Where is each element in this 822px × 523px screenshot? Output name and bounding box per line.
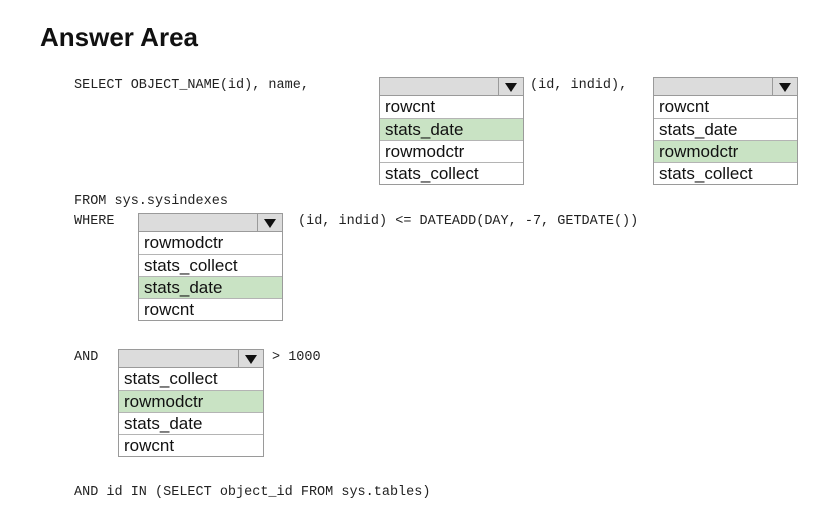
where-condition: (id, indid) <= DATEADD(DAY, -7, GETDATE(… <box>298 214 639 229</box>
chevron-down-icon[interactable] <box>498 78 523 95</box>
dropdown-3-list: rowmodctr stats_collect stats_date rowcn… <box>138 232 283 321</box>
dropdown-4: stats_collect rowmodctr stats_date rowcn… <box>118 349 264 457</box>
dropdown-2-list: rowcnt stats_date rowmodctr stats_collec… <box>653 96 798 185</box>
dropdown-1-list: rowcnt stats_date rowmodctr stats_collec… <box>379 96 524 185</box>
from-clause: FROM sys.sysindexes <box>74 194 228 209</box>
id-indid-text: (id, indid), <box>530 78 628 93</box>
dropdown-3-option-stats-date[interactable]: stats_date <box>139 276 282 298</box>
dropdown-2-option-rowcnt[interactable]: rowcnt <box>654 96 797 118</box>
dropdown-3: rowmodctr stats_collect stats_date rowcn… <box>138 213 283 321</box>
dropdown-1: rowcnt stats_date rowmodctr stats_collec… <box>379 77 524 185</box>
dropdown-3-option-rowmodctr[interactable]: rowmodctr <box>139 232 282 254</box>
dropdown-4-list: stats_collect rowmodctr stats_date rowcn… <box>118 368 264 457</box>
dropdown-2-option-stats-date[interactable]: stats_date <box>654 118 797 140</box>
dropdown-1-option-rowmodctr[interactable]: rowmodctr <box>380 140 523 162</box>
dropdown-4-option-rowmodctr[interactable]: rowmodctr <box>119 390 263 412</box>
where-keyword: WHERE <box>74 214 115 229</box>
dropdown-3-option-rowcnt[interactable]: rowcnt <box>139 298 282 320</box>
dropdown-2: rowcnt stats_date rowmodctr stats_collec… <box>653 77 798 185</box>
dropdown-3-option-stats-collect[interactable]: stats_collect <box>139 254 282 276</box>
select-clause: SELECT OBJECT_NAME(id), name, <box>74 78 309 93</box>
chevron-down-icon[interactable] <box>772 78 797 95</box>
dropdown-1-option-stats-collect[interactable]: stats_collect <box>380 162 523 184</box>
dropdown-1-option-stats-date[interactable]: stats_date <box>380 118 523 140</box>
chevron-down-icon[interactable] <box>238 350 263 367</box>
dropdown-4-option-rowcnt[interactable]: rowcnt <box>119 434 263 456</box>
dropdown-1-option-rowcnt[interactable]: rowcnt <box>380 96 523 118</box>
and-in-clause: AND id IN (SELECT object_id FROM sys.tab… <box>74 485 431 500</box>
dropdown-2-option-stats-collect[interactable]: stats_collect <box>654 162 797 184</box>
dropdown-4-header[interactable] <box>118 349 264 368</box>
dropdown-1-header[interactable] <box>379 77 524 96</box>
comparison-text: > 1000 <box>272 350 321 365</box>
answer-area-title: Answer Area <box>40 22 198 52</box>
dropdown-2-header[interactable] <box>653 77 798 96</box>
and-keyword: AND <box>74 350 99 365</box>
dropdown-4-option-stats-date[interactable]: stats_date <box>119 412 263 434</box>
dropdown-4-option-stats-collect[interactable]: stats_collect <box>119 368 263 390</box>
chevron-down-icon[interactable] <box>257 214 282 231</box>
dropdown-3-header[interactable] <box>138 213 283 232</box>
dropdown-2-option-rowmodctr[interactable]: rowmodctr <box>654 140 797 162</box>
